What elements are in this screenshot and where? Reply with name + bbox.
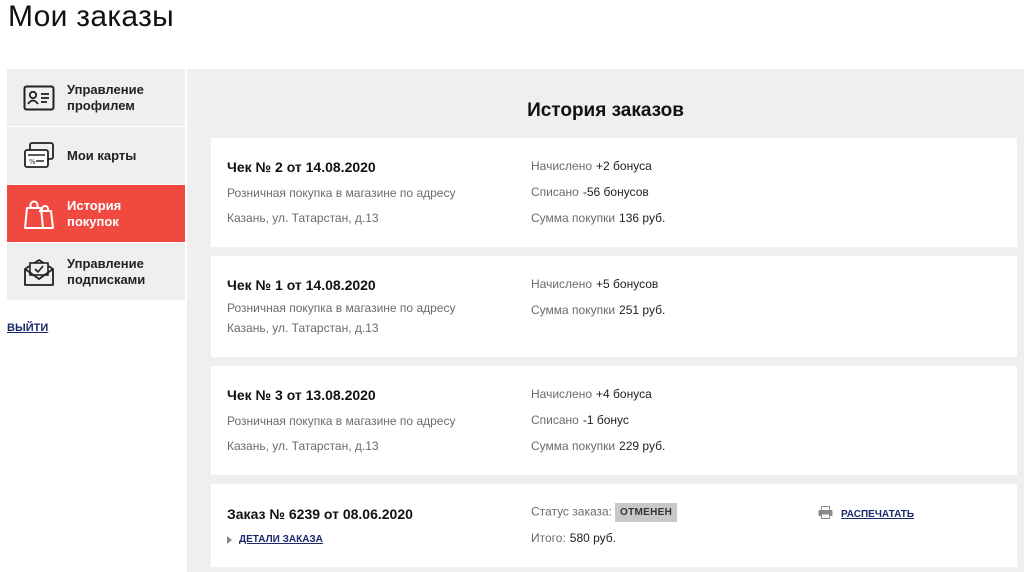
sidebar-item-label: Мои карты — [67, 147, 137, 163]
receipt-description: Розничная покупка в магазине по адресу — [227, 414, 456, 428]
order-status-row: Статус заказа: ОТМЕНЕН — [531, 503, 678, 522]
row-label: Сумма покупки — [531, 211, 616, 225]
receipt-row: Списано -56 бонусов — [531, 185, 649, 199]
row-value: +4 бонуса — [596, 387, 652, 401]
triangle-right-icon — [227, 535, 232, 544]
row-label: Начислено — [531, 159, 593, 173]
order-history-panel: История заказов Чек № 2 от 14.08.2020 Ро… — [187, 69, 1024, 572]
receipt-description: Розничная покупка в магазине по адресу — [227, 301, 456, 315]
sidebar: Управление профилем % Мои карты История … — [7, 69, 185, 301]
row-value: 136 руб. — [619, 211, 666, 225]
row-value: +5 бонусов — [596, 277, 659, 291]
receipt-title: Чек № 1 от 14.08.2020 — [227, 277, 376, 293]
receipt-card: Чек № 2 от 14.08.2020 Розничная покупка … — [211, 138, 1017, 247]
row-value: 229 руб. — [619, 439, 666, 453]
receipt-address: Казань, ул. Татарстан, д.13 — [227, 321, 379, 335]
receipt-row: Списано -1 бонус — [531, 413, 629, 427]
section-title: История заказов — [527, 100, 684, 121]
receipt-row: Начислено +2 бонуса — [531, 159, 652, 173]
sidebar-item-label: Управление подписками — [67, 255, 146, 287]
receipt-row: Начислено +5 бонусов — [531, 277, 658, 291]
row-label: Начислено — [531, 277, 593, 291]
receipt-description: Розничная покупка в магазине по адресу — [227, 186, 456, 200]
sidebar-item-profile[interactable]: Управление профилем — [7, 69, 185, 127]
envelope-icon — [21, 254, 57, 290]
receipt-card: Чек № 3 от 13.08.2020 Розничная покупка … — [211, 366, 1017, 475]
receipt-address: Казань, ул. Татарстан, д.13 — [227, 211, 379, 225]
receipt-row: Сумма покупки 229 руб. — [531, 439, 665, 453]
total-label: Итого: — [531, 531, 566, 545]
shopping-bags-icon — [21, 196, 57, 232]
print-label: РАСПЕЧАТАТЬ — [841, 508, 915, 520]
order-details-link[interactable]: ДЕТАЛИ ЗАКАЗА — [227, 534, 323, 545]
status-badge: ОТМЕНЕН — [615, 503, 678, 522]
row-label: Списано — [531, 185, 579, 199]
print-button[interactable]: РАСПЕЧАТАТЬ — [818, 506, 914, 522]
row-value: -56 бонусов — [582, 185, 649, 199]
sidebar-item-subscriptions[interactable]: Управление подписками — [7, 243, 185, 301]
sidebar-item-cards[interactable]: % Мои карты — [7, 127, 185, 185]
receipt-card: Чек № 1 от 14.08.2020 Розничная покупка … — [211, 256, 1017, 357]
receipt-address: Казань, ул. Татарстан, д.13 — [227, 439, 379, 453]
receipt-title: Чек № 3 от 13.08.2020 — [227, 387, 376, 403]
row-label: Начислено — [531, 387, 593, 401]
logout-link[interactable]: ВЫЙТИ — [7, 322, 48, 334]
receipt-row: Сумма покупки 251 руб. — [531, 303, 665, 317]
row-label: Сумма покупки — [531, 303, 616, 317]
row-label: Списано — [531, 413, 579, 427]
discount-cards-icon: % — [21, 138, 57, 174]
sidebar-item-history[interactable]: История покупок — [7, 185, 185, 243]
row-label: Сумма покупки — [531, 439, 616, 453]
receipt-title: Чек № 2 от 14.08.2020 — [227, 159, 376, 175]
order-title: Заказ № 6239 от 08.06.2020 — [227, 506, 413, 522]
profile-card-icon — [21, 80, 57, 116]
printer-icon — [818, 506, 833, 522]
row-value: 251 руб. — [619, 303, 666, 317]
order-details-label: ДЕТАЛИ ЗАКАЗА — [239, 534, 323, 545]
order-card: Заказ № 6239 от 08.06.2020 ДЕТАЛИ ЗАКАЗА… — [211, 484, 1017, 567]
sidebar-item-label: История покупок — [67, 197, 122, 229]
total-value: 580 руб. — [569, 531, 617, 545]
receipt-row: Начислено +4 бонуса — [531, 387, 652, 401]
row-value: -1 бонус — [582, 413, 629, 427]
sidebar-item-label: Управление профилем — [67, 81, 144, 113]
svg-text:%: % — [29, 158, 36, 166]
row-value: +2 бонуса — [596, 159, 652, 173]
status-label: Статус заказа: — [531, 504, 613, 519]
page-title: Мои заказы — [8, 0, 174, 33]
order-total-row: Итого: 580 руб. — [531, 531, 616, 545]
receipt-row: Сумма покупки 136 руб. — [531, 211, 665, 225]
